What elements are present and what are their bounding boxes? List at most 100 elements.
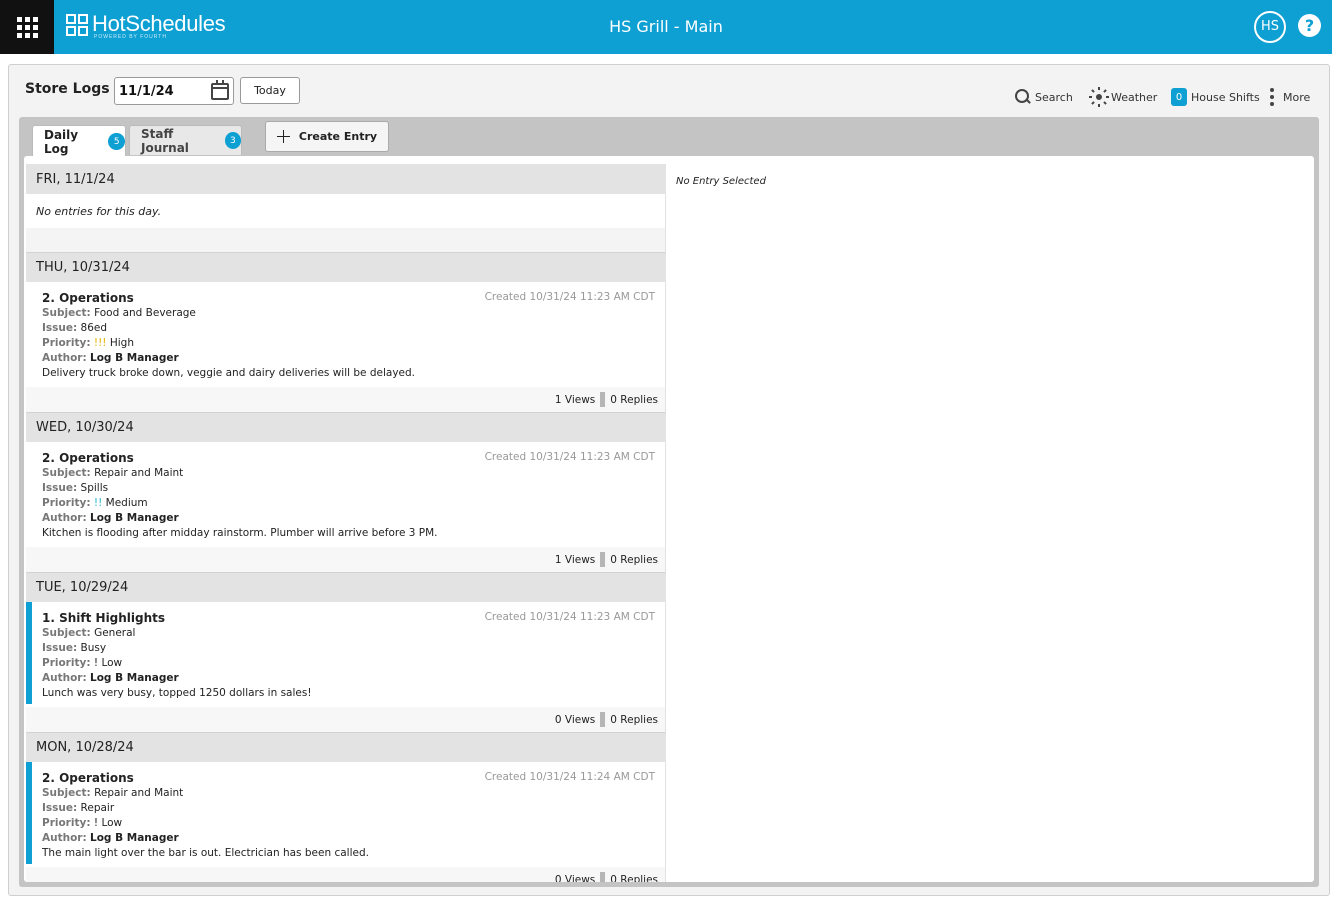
entry-body: Kitchen is flooding after midday rainsto… <box>42 527 438 539</box>
entry-author: Log B Manager <box>90 832 179 844</box>
house-shifts-button[interactable]: 0 House Shifts <box>1171 87 1260 107</box>
replies-count[interactable]: 0 Replies <box>610 394 658 406</box>
author-label: Author: <box>42 352 87 364</box>
entry-author: Log B Manager <box>90 672 179 684</box>
entry-footer: 0 Views 0 Replies <box>26 707 665 732</box>
day-header: FRI, 11/1/24 <box>26 164 665 194</box>
weather-icon <box>1089 87 1109 107</box>
weather-label: Weather <box>1111 90 1158 104</box>
entry-priority: High <box>109 337 134 349</box>
views-count[interactable]: 0 Views <box>555 874 595 883</box>
search-button[interactable]: Search <box>1015 87 1073 107</box>
replies-count[interactable]: 0 Replies <box>610 714 658 726</box>
tab-label: Staff Journal <box>141 126 189 155</box>
entry-footer: 1 Views 0 Replies <box>26 387 665 412</box>
issue-label: Issue: <box>42 322 78 334</box>
tab-label: Daily Log <box>44 127 79 156</box>
subject-label: Subject: <box>42 627 91 639</box>
entry-body: Lunch was very busy, topped 1250 dollars… <box>42 687 312 699</box>
views-count[interactable]: 0 Views <box>555 714 595 726</box>
user-avatar[interactable]: HS <box>1254 11 1286 43</box>
log-entry[interactable]: 2. Operations Created 10/31/24 11:23 AM … <box>26 282 665 387</box>
author-label: Author: <box>42 832 87 844</box>
footer-divider <box>600 392 606 407</box>
entry-subject: Food and Beverage <box>94 307 196 319</box>
logo-mark-icon <box>66 14 88 36</box>
day-header: TUE, 10/29/24 <box>26 572 665 602</box>
subject-label: Subject: <box>42 307 91 319</box>
entry-created: Created 10/31/24 11:23 AM CDT <box>484 611 655 623</box>
tab-count-badge: 5 <box>108 133 125 150</box>
search-icon <box>1015 89 1031 105</box>
log-entry[interactable]: 1. Shift Highlights Created 10/31/24 11:… <box>26 602 665 707</box>
entry-priority: Low <box>101 657 123 669</box>
priority-medium-icon: !! <box>93 497 103 509</box>
footer-divider <box>600 872 606 882</box>
house-shifts-count: 0 <box>1171 88 1187 106</box>
priority-label: Priority: <box>42 817 91 829</box>
author-label: Author: <box>42 672 87 684</box>
day-header: THU, 10/31/24 <box>26 252 665 282</box>
store-logs-panel: Store Logs 11/1/24 Today Search Weather … <box>8 64 1330 896</box>
tab-staff-journal[interactable]: Staff Journal 3 <box>129 125 242 155</box>
entry-footer: 1 Views 0 Replies <box>26 547 665 572</box>
log-entry[interactable]: 2. Operations Created 10/31/24 11:23 AM … <box>26 442 665 547</box>
help-icon[interactable]: ? <box>1298 14 1321 37</box>
issue-label: Issue: <box>42 802 78 814</box>
toolbar: Search Weather 0 House Shifts More <box>9 87 1329 107</box>
log-list[interactable]: FRI, 11/1/24 No entries for this day. TH… <box>26 164 666 882</box>
priority-low-icon: ! <box>93 657 99 669</box>
entry-subject: Repair and Maint <box>94 787 184 799</box>
entry-footer: 0 Views 0 Replies <box>26 867 665 882</box>
entry-body: The main light over the bar is out. Elec… <box>42 847 369 859</box>
more-vertical-icon <box>1270 88 1274 106</box>
apps-grid-icon <box>16 16 38 38</box>
replies-count[interactable]: 0 Replies <box>610 554 658 566</box>
entry-body: Delivery truck broke down, veggie and da… <box>42 367 416 379</box>
views-count[interactable]: 1 Views <box>555 554 595 566</box>
entry-created: Created 10/31/24 11:24 AM CDT <box>484 771 655 783</box>
priority-label: Priority: <box>42 497 91 509</box>
store-name[interactable]: HS Grill - Main <box>609 17 723 36</box>
entry-created: Created 10/31/24 11:23 AM CDT <box>484 451 655 463</box>
entry-subject: Repair and Maint <box>94 467 184 479</box>
plus-icon <box>276 130 290 143</box>
more-button[interactable]: More <box>1270 87 1310 107</box>
day-spacer <box>26 228 665 252</box>
footer-divider <box>600 552 606 567</box>
priority-high-icon: !!! <box>93 337 107 349</box>
day-header: MON, 10/28/24 <box>26 732 665 762</box>
weather-button[interactable]: Weather <box>1089 87 1157 107</box>
issue-label: Issue: <box>42 642 78 654</box>
log-content: FRI, 11/1/24 No entries for this day. TH… <box>24 156 1314 882</box>
more-label: More <box>1283 90 1311 104</box>
priority-low-icon: ! <box>93 817 99 829</box>
entry-subject: General <box>94 627 136 639</box>
create-entry-button[interactable]: Create Entry <box>265 121 389 152</box>
app-launcher-button[interactable] <box>0 0 54 54</box>
entry-issue: 86ed <box>80 322 108 334</box>
entry-created: Created 10/31/24 11:23 AM CDT <box>484 291 655 303</box>
no-entries-text: No entries for this day. <box>36 204 162 218</box>
tab-area: Daily Log 5 Staff Journal 3 Create Entry… <box>19 117 1319 887</box>
entry-issue: Busy <box>80 642 107 654</box>
hotschedules-logo[interactable]: HotSchedules POWERED BY FOURTH <box>66 12 226 42</box>
logo-subtext: POWERED BY FOURTH <box>94 34 167 40</box>
views-count[interactable]: 1 Views <box>555 394 595 406</box>
entry-detail-empty: No Entry Selected <box>676 176 766 187</box>
tab-count-badge: 3 <box>224 132 241 149</box>
create-entry-label: Create Entry <box>298 130 378 143</box>
subject-label: Subject: <box>42 787 91 799</box>
house-shifts-label: House Shifts <box>1191 90 1260 104</box>
day-header: WED, 10/30/24 <box>26 412 665 442</box>
entry-author: Log B Manager <box>90 512 179 524</box>
entry-priority: Medium <box>105 497 148 509</box>
issue-label: Issue: <box>42 482 78 494</box>
log-entry[interactable]: 2. Operations Created 10/31/24 11:24 AM … <box>26 762 665 867</box>
top-bar: HotSchedules POWERED BY FOURTH HS Grill … <box>0 0 1332 54</box>
subject-label: Subject: <box>42 467 91 479</box>
replies-count[interactable]: 0 Replies <box>610 874 658 883</box>
tab-daily-log[interactable]: Daily Log 5 <box>32 125 126 157</box>
footer-divider <box>600 712 606 727</box>
entry-author: Log B Manager <box>90 352 179 364</box>
